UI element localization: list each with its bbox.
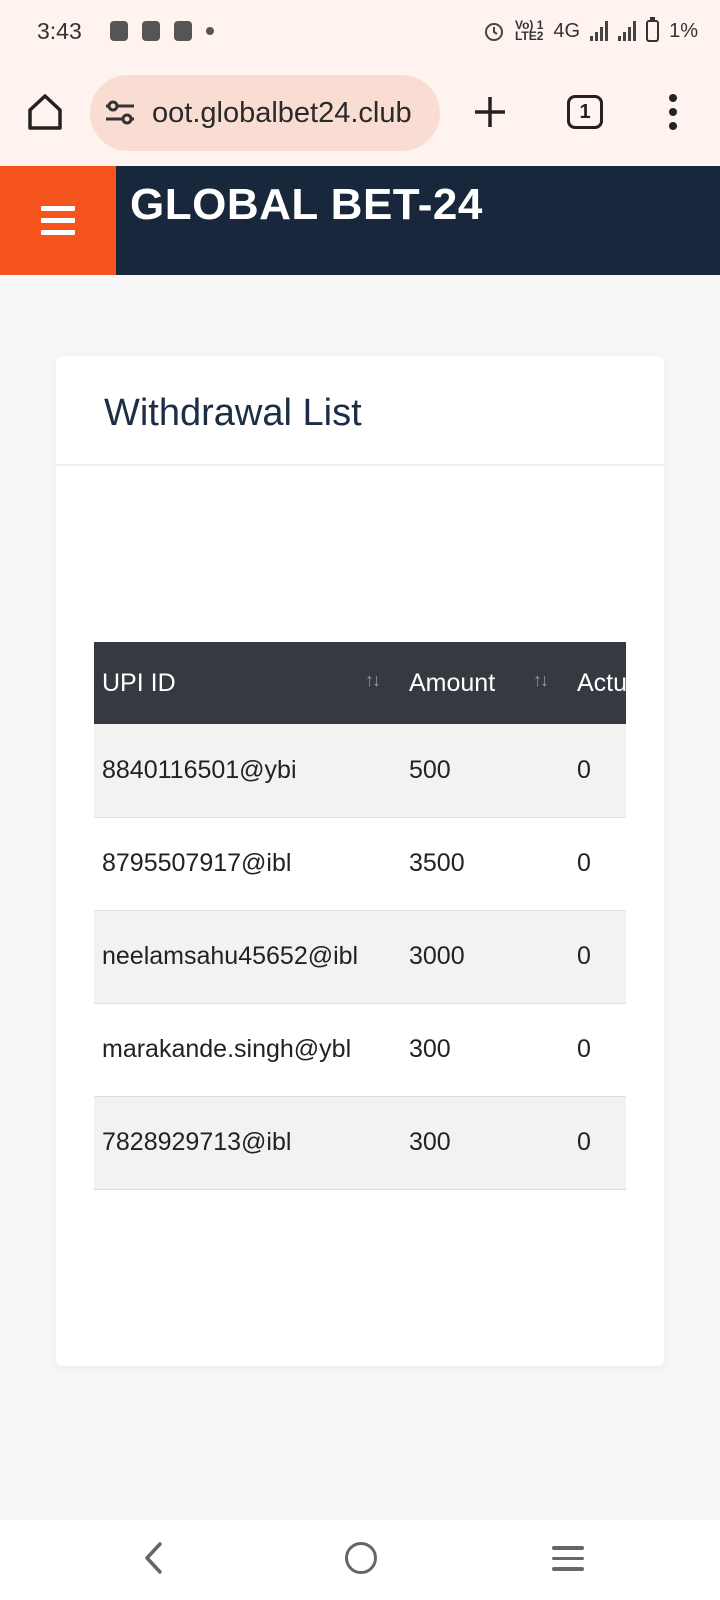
browser-toolbar: oot.globalbet24.club 1 <box>0 62 720 166</box>
back-icon[interactable] <box>142 1540 166 1576</box>
cell-upi-id: 8795507917@ibl <box>94 817 401 911</box>
cell-actual: 0 <box>569 724 626 818</box>
cell-upi-id: 7828929713@ibl <box>94 1096 401 1190</box>
new-tab-icon[interactable] <box>472 94 508 130</box>
volte-indicator: Vo) 1 LTE2 <box>514 19 544 43</box>
cell-amount: 500 <box>401 724 569 818</box>
table-row: 8840116501@ybi 500 0 <box>94 724 626 818</box>
tab-switcher-button[interactable]: 1 <box>567 95 603 129</box>
url-text[interactable]: oot.globalbet24.club <box>152 97 412 130</box>
cell-amount: 3500 <box>401 817 569 911</box>
home-icon[interactable] <box>26 92 64 132</box>
cell-upi-id: marakande.singh@ybl <box>94 1003 401 1097</box>
signal-strength-icon <box>590 21 609 41</box>
sort-icon: ↑↓ <box>365 670 381 690</box>
sort-icon: ↑↓ <box>533 670 549 690</box>
address-bar[interactable]: oot.globalbet24.club <box>90 75 440 151</box>
more-notifications-icon <box>205 27 214 35</box>
system-icons: Vo) 1 LTE2 4G 1% <box>483 17 698 43</box>
network-type-label: 4G <box>553 19 581 42</box>
cell-upi-id: neelamsahu45652@ibl <box>94 910 401 1004</box>
notification-icons <box>109 21 214 41</box>
app-notification-icon <box>173 21 192 41</box>
table-row: 7828929713@ibl 300 0 <box>94 1096 626 1190</box>
recent-apps-icon[interactable] <box>552 1546 584 1571</box>
cell-upi-id: 8840116501@ybi <box>94 724 401 818</box>
hamburger-menu-icon[interactable] <box>0 166 116 275</box>
withdrawal-table: UPI ID ↑↓ Amount ↑↓ Actu 8840116501@ybi 50… <box>94 642 626 1190</box>
cell-actual: 0 <box>569 817 626 911</box>
cell-actual: 0 <box>569 910 626 1004</box>
status-bar: 3:43 Vo) 1 LTE2 4G 1% <box>0 0 720 62</box>
browser-menu-icon[interactable] <box>667 94 679 130</box>
table-header-row: UPI ID ↑↓ Amount ↑↓ Actu <box>94 642 626 724</box>
withdrawal-card: Withdrawal List UPI ID ↑↓ Amount ↑↓ Actu 8… <box>56 356 664 1366</box>
alert-notification-icon <box>141 21 160 41</box>
table-row: marakande.singh@ybl 300 0 <box>94 1003 626 1097</box>
header-label: Amount <box>409 668 496 697</box>
withdrawal-table-scroll[interactable]: UPI ID ↑↓ Amount ↑↓ Actu 8840116501@ybi 50… <box>94 642 626 1190</box>
home-nav-icon[interactable] <box>345 1542 377 1574</box>
header-label: Actu <box>577 668 626 697</box>
app-header: GLOBAL BET-24 <box>0 166 720 275</box>
cell-actual: 0 <box>569 1096 626 1190</box>
brand-title: GLOBAL BET-24 <box>130 180 483 229</box>
table-row: 8795507917@ibl 3500 0 <box>94 817 626 911</box>
header-label: UPI ID <box>102 668 176 697</box>
cell-amount: 300 <box>401 1096 569 1190</box>
chat-notification-icon <box>109 21 128 41</box>
signal-strength-2-icon <box>618 21 637 41</box>
volte-bottom-label: LTE2 <box>514 29 544 43</box>
status-time: 3:43 <box>37 17 82 44</box>
cell-amount: 3000 <box>401 910 569 1004</box>
cell-actual: 0 <box>569 1003 626 1097</box>
site-settings-icon[interactable] <box>104 100 136 126</box>
alarm-icon <box>484 23 503 41</box>
battery-icon <box>646 17 660 42</box>
table-row: neelamsahu45652@ibl 3000 0 <box>94 910 626 1004</box>
page-title: Withdrawal List <box>104 392 362 434</box>
column-header-actual[interactable]: Actu <box>569 642 626 724</box>
system-nav-bar <box>0 1520 720 1600</box>
divider <box>56 464 664 466</box>
column-header-upi-id[interactable]: UPI ID ↑↓ <box>94 642 401 724</box>
cell-amount: 300 <box>401 1003 569 1097</box>
battery-level: 1% <box>669 19 698 42</box>
column-header-amount[interactable]: Amount ↑↓ <box>401 642 569 724</box>
